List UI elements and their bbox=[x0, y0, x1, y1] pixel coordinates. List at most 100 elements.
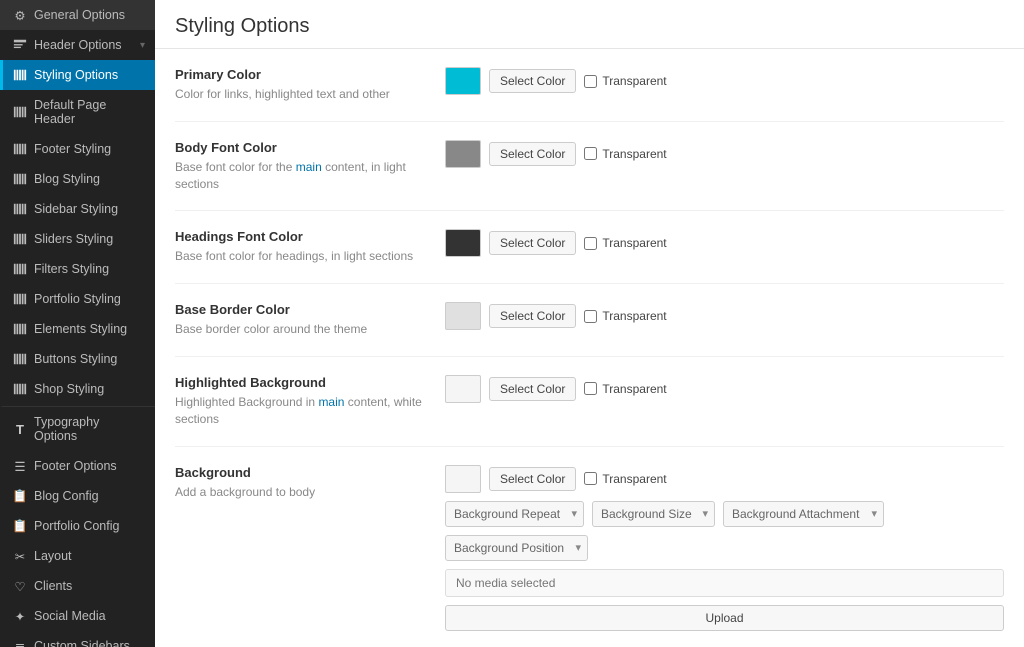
base-border-color-transparent-checkbox[interactable] bbox=[584, 310, 597, 323]
headings-font-color-transparent-checkbox[interactable] bbox=[584, 237, 597, 250]
background-repeat-select[interactable]: Background Repeat no-repeat repeat repea… bbox=[445, 501, 584, 527]
bars-icon bbox=[13, 68, 27, 82]
background-size-wrapper: Background Size auto cover contain bbox=[592, 501, 715, 527]
bars-icon-11 bbox=[13, 382, 27, 396]
sidebar-item-shop-styling[interactable]: Shop Styling bbox=[0, 374, 155, 404]
body-font-color-label: Body Font Color Base font color for the … bbox=[175, 140, 425, 193]
page-title: Styling Options bbox=[175, 15, 1004, 38]
sidebar-item-layout[interactable]: ✂ Layout bbox=[0, 541, 155, 571]
base-border-color-row-control: Select Color Transparent bbox=[445, 302, 1004, 330]
custom-icon: ≣ bbox=[13, 639, 27, 647]
base-border-color-control: Select Color Transparent bbox=[445, 302, 1004, 330]
sidebar-item-elements-styling[interactable]: Elements Styling bbox=[0, 314, 155, 344]
background-position-wrapper: Background Position center center top le… bbox=[445, 535, 588, 561]
headings-font-color-row: Headings Font Color Base font color for … bbox=[175, 211, 1004, 284]
body-font-color-swatch[interactable] bbox=[445, 140, 481, 168]
sidebar-item-social-media[interactable]: ✦ Social Media bbox=[0, 601, 155, 631]
base-border-color-title: Base Border Color bbox=[175, 302, 425, 317]
sidebar-item-sidebar-styling[interactable]: Sidebar Styling bbox=[0, 194, 155, 224]
typo-icon: T bbox=[13, 422, 27, 436]
background-desc: Add a background to body bbox=[175, 484, 425, 501]
sidebar-item-blog-styling[interactable]: Blog Styling bbox=[0, 164, 155, 194]
base-border-color-row: Base Border Color Base border color arou… bbox=[175, 284, 1004, 357]
bars-icon-10 bbox=[13, 352, 27, 366]
background-position-select[interactable]: Background Position center center top le… bbox=[445, 535, 588, 561]
background-position-row: Background Position center center top le… bbox=[445, 535, 1004, 561]
sidebar-item-portfolio-styling[interactable]: Portfolio Styling bbox=[0, 284, 155, 314]
main-header: Styling Options bbox=[155, 0, 1024, 49]
body-font-color-row-control: Select Color Transparent bbox=[445, 140, 1004, 168]
base-border-color-label: Base Border Color Base border color arou… bbox=[175, 302, 425, 338]
headings-font-color-swatch[interactable] bbox=[445, 229, 481, 257]
base-border-color-swatch[interactable] bbox=[445, 302, 481, 330]
sidebar-item-blog-config[interactable]: 📋 Blog Config bbox=[0, 481, 155, 511]
body-font-color-row: Body Font Color Base font color for the … bbox=[175, 122, 1004, 212]
background-title: Background bbox=[175, 465, 425, 480]
options-icon: ☰ bbox=[13, 459, 27, 473]
primary-color-transparent-checkbox[interactable] bbox=[584, 75, 597, 88]
background-control: Select Color Transparent Background Repe… bbox=[445, 465, 1004, 631]
sidebar-item-footer-styling[interactable]: Footer Styling bbox=[0, 134, 155, 164]
sidebar-item-filters-styling[interactable]: Filters Styling bbox=[0, 254, 155, 284]
upload-button[interactable]: Upload bbox=[445, 605, 1004, 631]
media-input[interactable] bbox=[445, 569, 1004, 597]
background-attachment-select[interactable]: Background Attachment scroll fixed local bbox=[723, 501, 884, 527]
sidebar-item-label: Typography Options bbox=[34, 415, 145, 443]
sidebar-item-typography-options[interactable]: T Typography Options bbox=[0, 406, 155, 451]
body-font-color-select-button[interactable]: Select Color bbox=[489, 142, 576, 166]
background-transparent-checkbox[interactable] bbox=[584, 472, 597, 485]
sidebar-item-sliders-styling[interactable]: Sliders Styling bbox=[0, 224, 155, 254]
sidebar-item-footer-options[interactable]: ☰ Footer Options bbox=[0, 451, 155, 481]
sidebar-item-portfolio-config[interactable]: 📋 Portfolio Config bbox=[0, 511, 155, 541]
sidebar-item-label: Clients bbox=[34, 579, 145, 593]
background-color-swatch[interactable] bbox=[445, 465, 481, 493]
gear-icon: ⚙ bbox=[13, 8, 27, 22]
body-font-color-transparent-checkbox[interactable] bbox=[584, 147, 597, 160]
primary-color-transparent-label: Transparent bbox=[602, 74, 666, 88]
sidebar-item-label: Social Media bbox=[34, 609, 145, 623]
primary-color-swatch[interactable] bbox=[445, 67, 481, 95]
primary-color-label: Primary Color Color for links, highlight… bbox=[175, 67, 425, 103]
sidebar-item-custom-sidebars[interactable]: ≣ Custom Sidebars bbox=[0, 631, 155, 647]
sidebar-item-label: General Options bbox=[34, 8, 145, 22]
background-size-select[interactable]: Background Size auto cover contain bbox=[592, 501, 715, 527]
config-icon-2: 📋 bbox=[13, 519, 27, 533]
base-border-color-select-button[interactable]: Select Color bbox=[489, 304, 576, 328]
sidebar-item-header-options[interactable]: Header Options ▾ bbox=[0, 30, 155, 60]
sidebar-item-label: Portfolio Config bbox=[34, 519, 145, 533]
highlighted-background-label: Highlighted Background Highlighted Backg… bbox=[175, 375, 425, 428]
sidebar-item-label: Blog Styling bbox=[34, 172, 145, 186]
sidebar-item-general-options[interactable]: ⚙ General Options bbox=[0, 0, 155, 30]
sidebar-item-buttons-styling[interactable]: Buttons Styling bbox=[0, 344, 155, 374]
bars-icon-4 bbox=[13, 172, 27, 186]
sidebar-item-label: Sliders Styling bbox=[34, 232, 145, 246]
sidebar-item-label: Portfolio Styling bbox=[34, 292, 145, 306]
config-icon: 📋 bbox=[13, 489, 27, 503]
layout-icon: ✂ bbox=[13, 549, 27, 563]
bars-icon-2 bbox=[13, 105, 27, 119]
background-color-row: Select Color Transparent bbox=[445, 465, 1004, 493]
highlighted-background-desc: Highlighted Background in main content, … bbox=[175, 394, 425, 428]
sidebar-item-label: Elements Styling bbox=[34, 322, 145, 336]
primary-color-select-button[interactable]: Select Color bbox=[489, 69, 576, 93]
background-transparent-label: Transparent bbox=[602, 472, 666, 486]
background-select-button[interactable]: Select Color bbox=[489, 467, 576, 491]
sidebar-item-label: Shop Styling bbox=[34, 382, 145, 396]
highlighted-background-transparent-checkbox[interactable] bbox=[584, 382, 597, 395]
headings-font-color-label: Headings Font Color Base font color for … bbox=[175, 229, 425, 265]
header-icon bbox=[13, 38, 27, 52]
bars-icon-9 bbox=[13, 322, 27, 336]
highlighted-background-swatch[interactable] bbox=[445, 375, 481, 403]
sidebar-item-label: Footer Options bbox=[34, 459, 145, 473]
highlighted-background-select-button[interactable]: Select Color bbox=[489, 377, 576, 401]
headings-font-color-control: Select Color Transparent bbox=[445, 229, 1004, 257]
headings-font-color-select-button[interactable]: Select Color bbox=[489, 231, 576, 255]
primary-color-desc: Color for links, highlighted text and ot… bbox=[175, 86, 425, 103]
sidebar-item-styling-options[interactable]: Styling Options bbox=[0, 60, 155, 90]
base-border-color-transparent: Transparent bbox=[584, 309, 666, 323]
sidebar: ⚙ General Options Header Options ▾ Styli… bbox=[0, 0, 155, 647]
sidebar-item-default-page-header[interactable]: Default Page Header bbox=[0, 90, 155, 134]
primary-color-row-control: Select Color Transparent bbox=[445, 67, 1004, 95]
sidebar-item-clients[interactable]: ♡ Clients bbox=[0, 571, 155, 601]
highlighted-background-control: Select Color Transparent bbox=[445, 375, 1004, 403]
